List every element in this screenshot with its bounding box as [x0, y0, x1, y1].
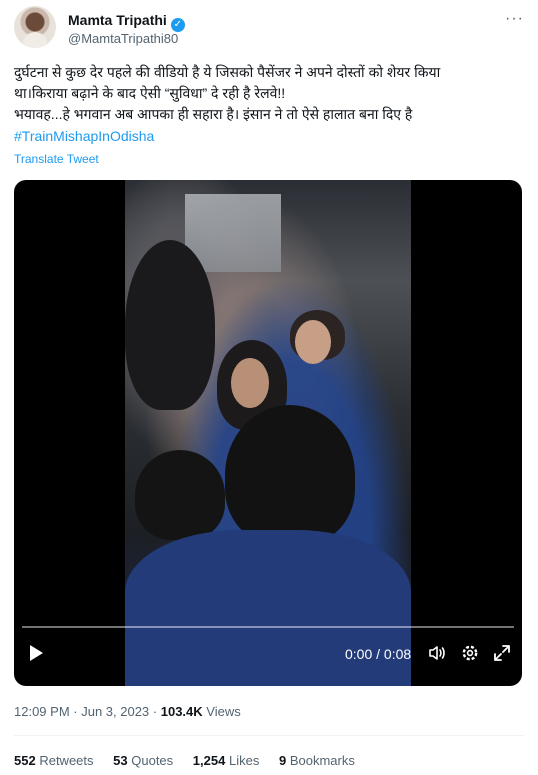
retweets-label: Retweets [39, 753, 94, 768]
quotes-count: 53 [113, 753, 128, 768]
tweet-meta: 12:09 PM · Jun 3, 2023 · 103.4K Views [14, 704, 241, 719]
likes-count: 1,254 [192, 753, 226, 768]
divider [14, 735, 524, 736]
tweet-date[interactable]: Jun 3, 2023 [81, 704, 149, 719]
passenger-silhouette [225, 405, 355, 545]
more-options-icon[interactable]: ··· [505, 10, 524, 28]
video-progress-bar[interactable] [22, 626, 514, 628]
author-name-text[interactable]: Mamta Tripathi [68, 12, 167, 28]
bookmarks-stat[interactable]: 9 Bookmarks [279, 753, 355, 768]
volume-icon[interactable] [427, 643, 447, 663]
tweet-header: Mamta Tripathi ✓ @MamtaTripathi80 ··· [14, 6, 524, 52]
retweets-count: 552 [14, 753, 36, 768]
video-player[interactable]: 0:00 / 0:08 [14, 180, 522, 686]
views-count: 103.4K [160, 704, 203, 719]
translate-tweet-link[interactable]: Translate Tweet [14, 152, 99, 166]
passenger-silhouette [125, 240, 215, 410]
views-label: Views [206, 704, 241, 719]
avatar[interactable] [14, 6, 56, 48]
video-frame[interactable] [125, 180, 411, 686]
quotes-label: Quotes [131, 753, 174, 768]
video-controls: 0:00 / 0:08 [14, 626, 522, 686]
play-icon[interactable] [30, 645, 43, 661]
fullscreen-icon[interactable] [492, 643, 512, 663]
author-name[interactable]: Mamta Tripathi ✓ [68, 12, 185, 32]
quotes-stat[interactable]: 53 Quotes [113, 753, 173, 768]
hashtag-link[interactable]: #TrainMishapInOdisha [14, 128, 154, 144]
author-handle[interactable]: @MamtaTripathi80 [68, 31, 178, 46]
likes-label: Likes [228, 753, 260, 768]
passenger-face [231, 358, 269, 408]
engagement-stats: 552 Retweets 53 Quotes 1,254 Likes 9 Boo… [14, 753, 371, 768]
passenger-face [295, 320, 331, 364]
tweet-time[interactable]: 12:09 PM [14, 704, 70, 719]
video-time: 0:00 / 0:08 [345, 646, 412, 662]
bookmarks-label: Bookmarks [289, 753, 355, 768]
retweets-stat[interactable]: 552 Retweets [14, 753, 94, 768]
passenger-silhouette [135, 450, 225, 540]
likes-stat[interactable]: 1,254 Likes [193, 753, 260, 768]
bookmarks-count: 9 [278, 753, 287, 768]
verified-badge-icon: ✓ [170, 18, 185, 32]
settings-icon[interactable] [460, 643, 480, 663]
tweet-text: दुर्घटना से कुछ देर पहले की वीडियो है ये… [14, 64, 441, 122]
